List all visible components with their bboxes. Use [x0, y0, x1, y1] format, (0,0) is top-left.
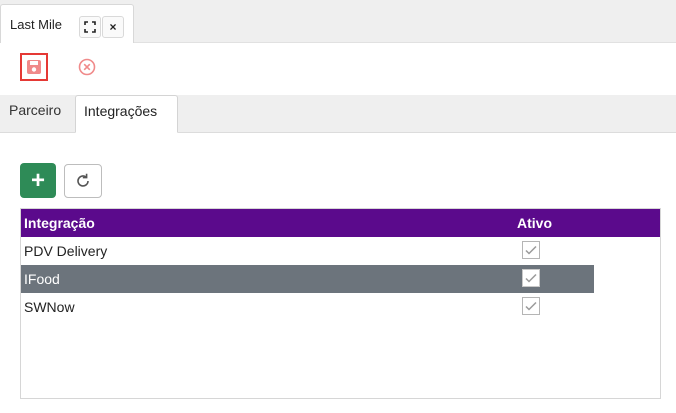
close-tab-button[interactable]: × [102, 16, 124, 38]
row-name: IFood [24, 271, 60, 287]
sub-tab-bar: Parceiro Integrações [0, 95, 676, 133]
column-header-ativo[interactable]: Ativo [517, 215, 552, 231]
expand-icon[interactable] [79, 16, 101, 38]
row-name: PDV Delivery [24, 243, 108, 259]
checkmark-icon [525, 245, 537, 255]
ativo-checkbox[interactable] [522, 297, 540, 315]
tab-integracoes[interactable]: Integrações [75, 95, 178, 133]
checkmark-icon [525, 301, 537, 311]
toolbar [0, 43, 676, 95]
table-row[interactable]: SWNow [21, 293, 594, 321]
grid-header: Integração Ativo [21, 209, 660, 237]
save-button[interactable] [20, 53, 48, 81]
save-icon [27, 60, 41, 74]
add-button[interactable]: + [20, 163, 56, 198]
table-row-selected[interactable]: IFood [21, 265, 594, 293]
ativo-checkbox[interactable] [522, 269, 540, 287]
refresh-button[interactable] [64, 164, 102, 198]
cancel-button[interactable] [77, 57, 97, 77]
window-tab-last-mile[interactable]: Last Mile × [0, 4, 134, 44]
column-header-integracao[interactable]: Integração [24, 215, 95, 231]
refresh-icon [77, 173, 89, 187]
window-tab-bar: Last Mile × [0, 0, 676, 44]
row-name: SWNow [24, 299, 75, 315]
window-tab-title: Last Mile [10, 17, 63, 32]
ativo-checkbox[interactable] [522, 241, 540, 259]
integrations-grid: Integração Ativo PDV Delivery IFood SWNo… [20, 208, 661, 399]
tab-parceiro[interactable]: Parceiro [9, 95, 61, 133]
close-icon: × [109, 20, 117, 34]
cancel-circle-icon [78, 58, 96, 76]
checkmark-icon [525, 273, 537, 283]
table-row[interactable]: PDV Delivery [21, 237, 594, 265]
